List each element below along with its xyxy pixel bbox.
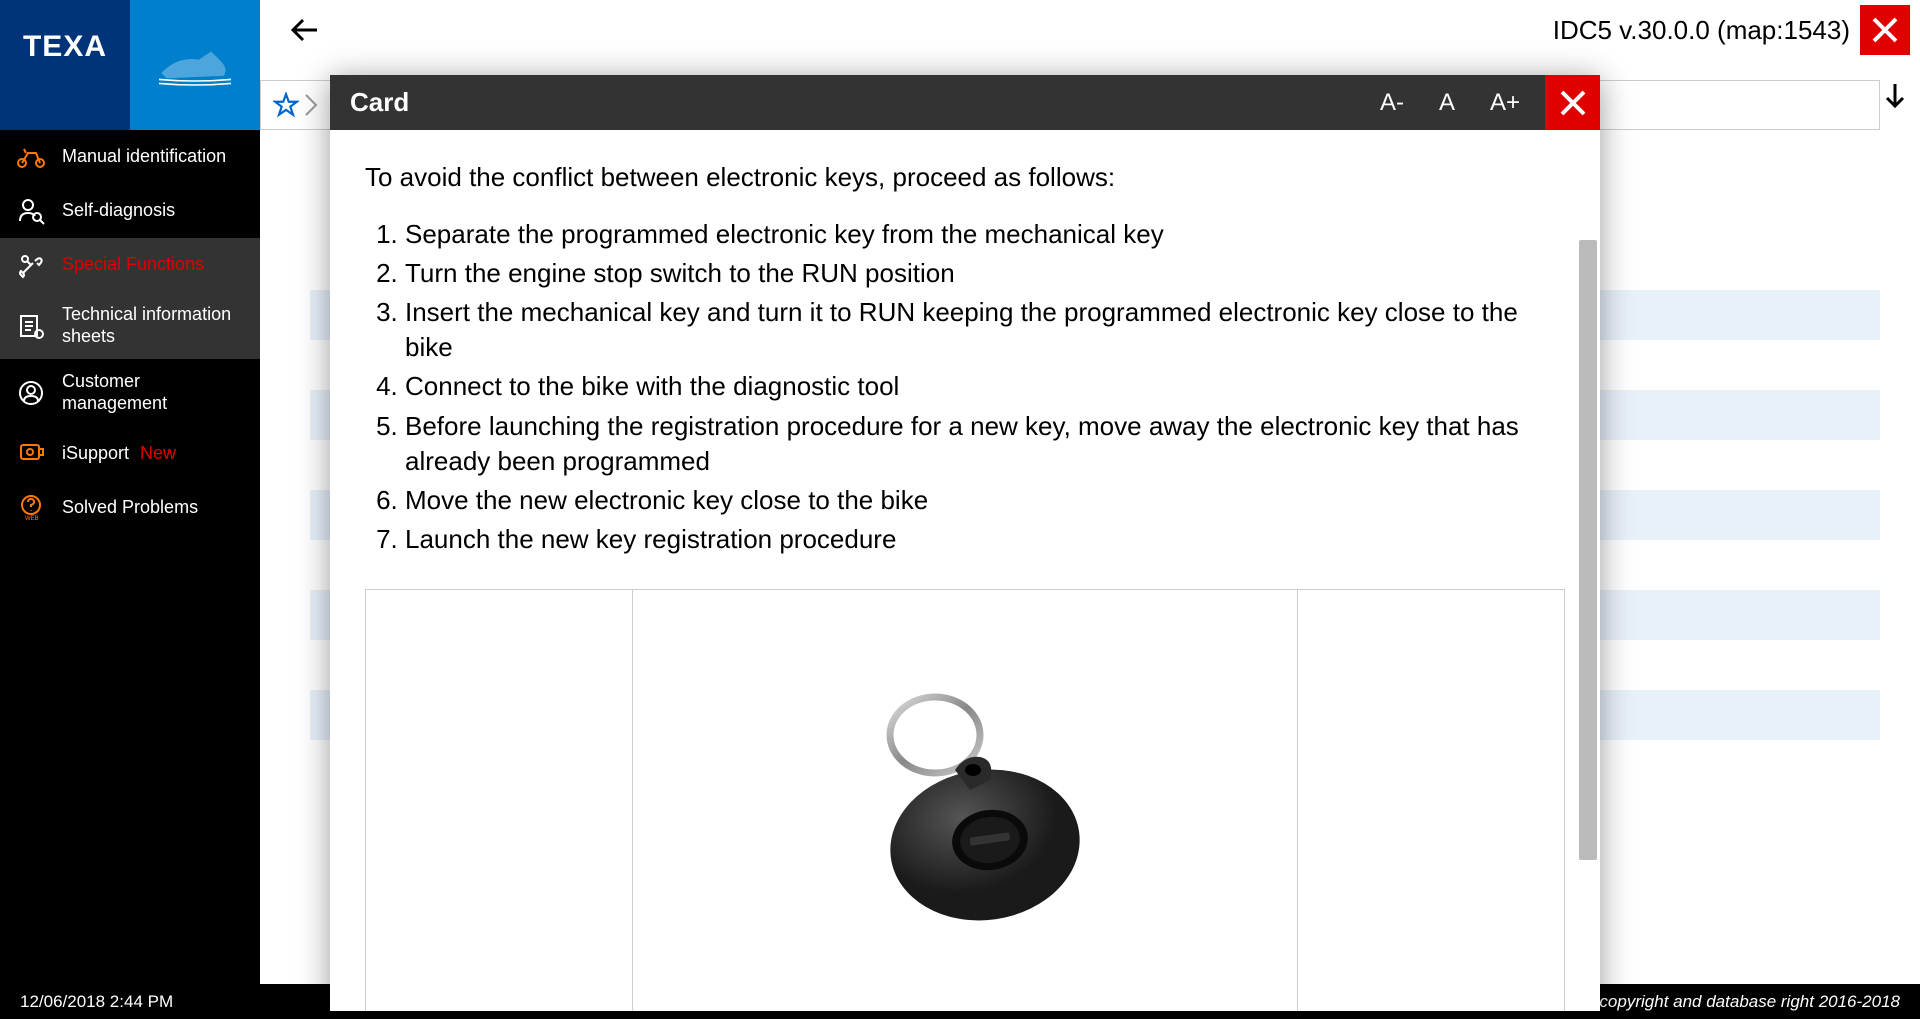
sidebar-item-manual-identification[interactable]: Manual identification [0, 130, 260, 184]
sidebar-item-label: Solved Problems [62, 497, 198, 519]
font-increase-button[interactable]: A+ [1485, 84, 1525, 122]
vehicle-type-button[interactable] [130, 0, 260, 130]
arrow-down-icon [1880, 80, 1910, 110]
sidebar-item-label: Self-diagnosis [62, 200, 175, 222]
version-text: IDC5 v.30.0.0 (map:1543) [1553, 15, 1850, 46]
modal-body: To avoid the conflict between electronic… [330, 130, 1600, 1011]
font-size-controls: A- A A+ [1375, 84, 1525, 122]
instruction-step: Turn the engine stop switch to the RUN p… [405, 254, 1565, 293]
back-arrow-icon [287, 12, 323, 48]
modal-header: Card A- A A+ [330, 75, 1600, 130]
instruction-step: Before launching the registration proced… [405, 407, 1565, 481]
sidebar: Manual identification Self-diagnosis Spe… [0, 130, 260, 984]
version-info: IDC5 v.30.0.0 (map:1543) [1553, 5, 1910, 55]
support-icon [16, 438, 46, 468]
star-icon [273, 92, 299, 118]
key-fob-image [825, 675, 1105, 935]
motorcycle-icon [16, 142, 46, 172]
close-app-button[interactable] [1860, 5, 1910, 55]
jetski-icon [155, 40, 235, 90]
intro-text: To avoid the conflict between electronic… [365, 160, 1565, 195]
scrollbar-thumb[interactable] [1579, 240, 1597, 860]
instruction-step: Move the new electronic key close to the… [405, 481, 1565, 520]
close-icon [1868, 13, 1902, 47]
card-modal: Card A- A A+ To avoid the conflict betwe… [330, 75, 1600, 1011]
sidebar-item-self-diagnosis[interactable]: Self-diagnosis [0, 184, 260, 238]
sidebar-item-customer-management[interactable]: Customer management [0, 359, 260, 426]
sidebar-item-label: Technical information sheets [62, 304, 244, 347]
svg-text:WEB: WEB [25, 516, 39, 521]
help-web-icon: WEB [16, 492, 46, 522]
customer-icon [16, 378, 46, 408]
image-cell-left [366, 590, 633, 1011]
sidebar-item-label: Manual identification [62, 146, 226, 168]
instruction-step: Separate the programmed electronic key f… [405, 215, 1565, 254]
instruction-step: Launch the new key registration procedur… [405, 520, 1565, 559]
instruction-step: Insert the mechanical key and turn it to… [405, 293, 1565, 367]
person-search-icon [16, 196, 46, 226]
sheets-icon [16, 311, 46, 341]
image-cell-right [1297, 590, 1564, 1011]
font-normal-button[interactable]: A [1434, 84, 1460, 122]
image-cell-center [633, 590, 1297, 1011]
footer-datetime: 12/06/2018 2:44 PM [20, 992, 173, 1012]
close-icon [1556, 86, 1590, 120]
font-decrease-button[interactable]: A- [1375, 84, 1409, 122]
modal-close-button[interactable] [1545, 75, 1600, 130]
sidebar-item-special-functions[interactable]: Special Functions [0, 238, 260, 292]
back-button[interactable] [280, 5, 330, 55]
sidebar-item-label: iSupport New [62, 443, 176, 465]
logo: TEXA [0, 0, 130, 130]
sidebar-item-technical-sheets[interactable]: Technical information sheets [0, 292, 260, 359]
image-table [365, 589, 1565, 1011]
footer-copyright: © copyright and database right 2016-2018 [1582, 992, 1900, 1012]
instruction-step: Connect to the bike with the diagnostic … [405, 367, 1565, 406]
instruction-list: Separate the programmed electronic key f… [405, 215, 1565, 559]
new-badge: New [140, 443, 176, 463]
top-bar: TEXA IDC5 v.30.0.0 (map:1543) [0, 0, 1920, 60]
sidebar-item-isupport[interactable]: iSupport New [0, 426, 260, 480]
tools-icon [16, 250, 46, 280]
sidebar-item-solved-problems[interactable]: WEB Solved Problems [0, 480, 260, 534]
sidebar-item-label: Customer management [62, 371, 244, 414]
sidebar-item-label: Special Functions [62, 254, 204, 276]
chevron-right-icon [301, 90, 321, 120]
modal-title: Card [350, 87, 409, 118]
favorite-button[interactable] [271, 90, 301, 120]
